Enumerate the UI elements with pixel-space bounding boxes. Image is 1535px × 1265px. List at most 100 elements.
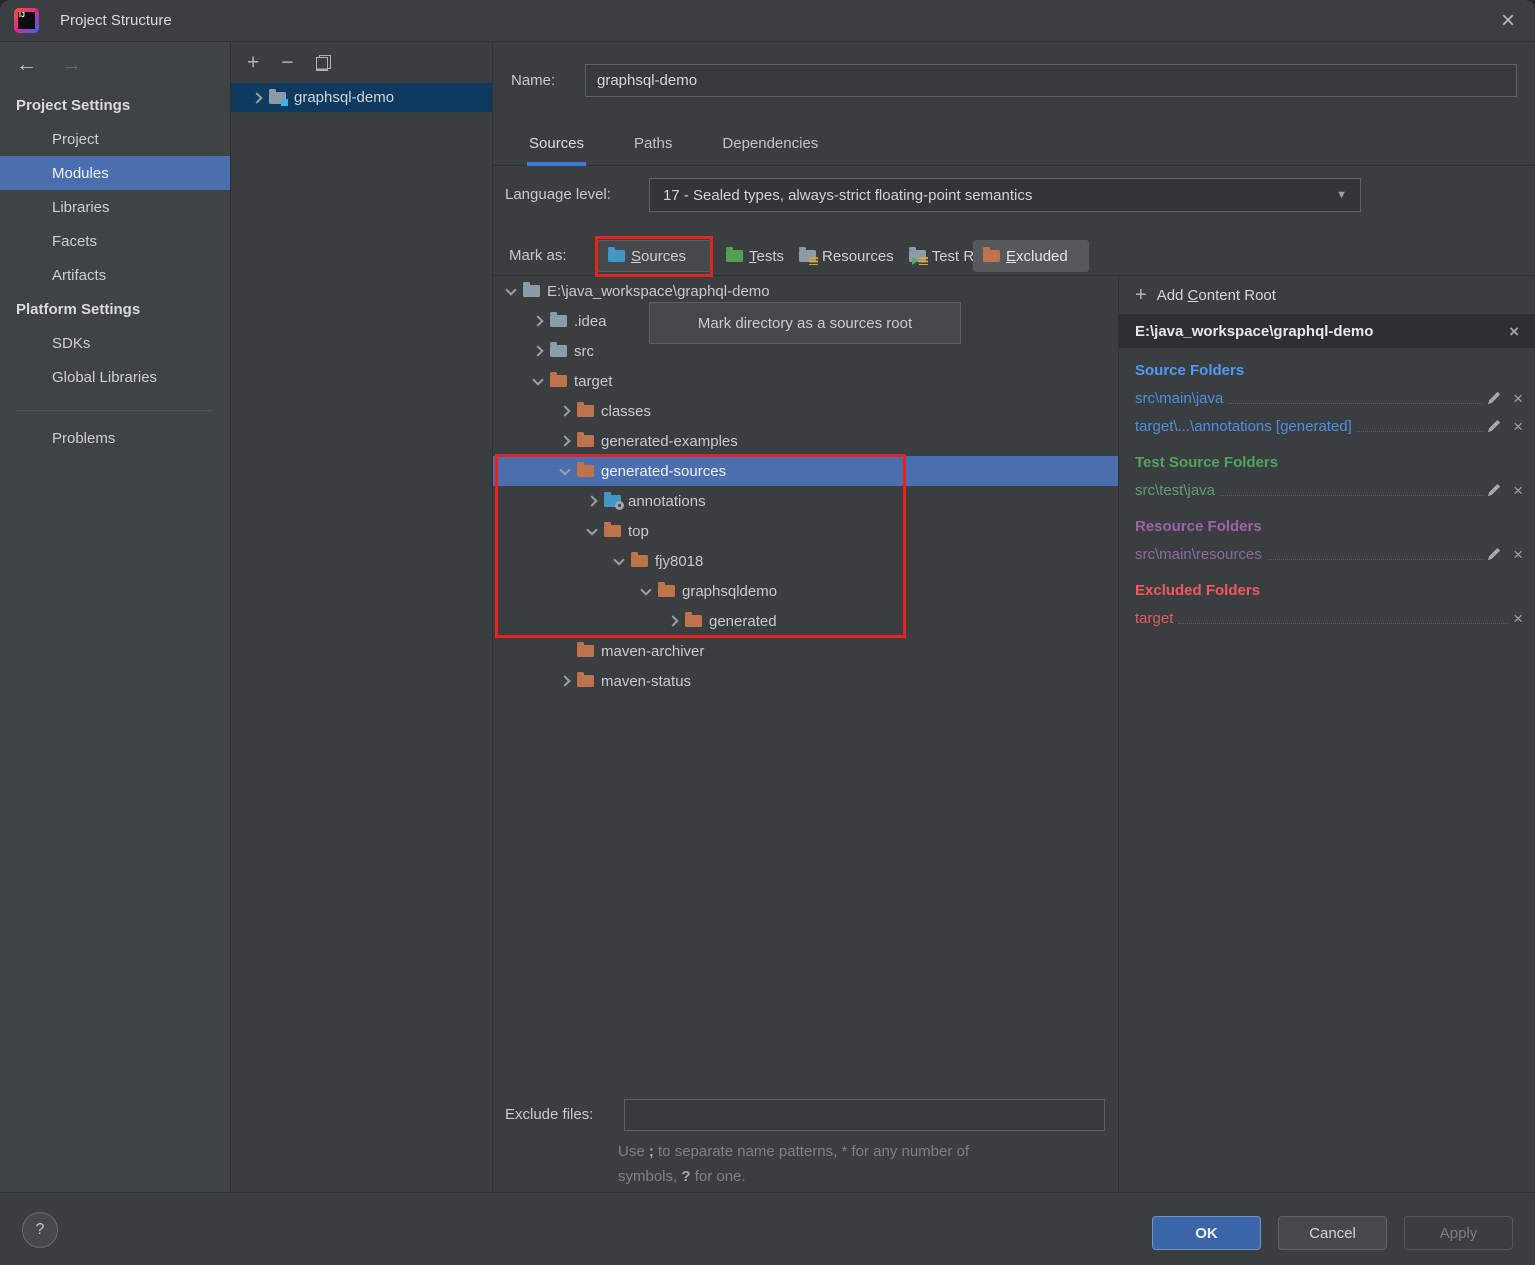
tree-row-label: top	[628, 523, 649, 540]
plus-icon: +	[1135, 286, 1147, 304]
tab-dependencies[interactable]: Dependencies	[720, 124, 820, 166]
exclude-files-help: Use ; to separate name patterns, * for a…	[618, 1139, 969, 1189]
add-icon[interactable]: +	[247, 53, 259, 73]
edit-pencil-icon[interactable]	[1487, 483, 1501, 497]
chevron-right-icon[interactable]	[526, 317, 550, 325]
content-root-tree: E:\java_workspace\graphql-demo .idea src…	[493, 276, 1118, 1192]
source-folders-section: Source Folders src\main\java × target\..…	[1119, 354, 1535, 440]
sidebar-item-artifacts[interactable]: Artifacts	[0, 258, 230, 292]
remove-folder-icon[interactable]: ×	[1513, 546, 1523, 563]
help-icon[interactable]: ?	[22, 1212, 58, 1248]
tab-paths[interactable]: Paths	[632, 124, 674, 166]
tree-row-label: src	[574, 343, 594, 360]
tree-row-annotations[interactable]: annotations	[493, 486, 1118, 516]
tree-row-classes[interactable]: classes	[493, 396, 1118, 426]
copy-icon[interactable]	[316, 55, 331, 71]
edit-pencil-icon[interactable]	[1487, 391, 1501, 405]
tree-row-fjy8018[interactable]: fjy8018	[493, 546, 1118, 576]
tree-row-graphsqldemo[interactable]: graphsqldemo	[493, 576, 1118, 606]
chevron-right-icon[interactable]	[580, 497, 604, 505]
chevron-down-icon[interactable]	[526, 379, 550, 384]
excluded-folder-icon	[550, 375, 567, 387]
project-settings-header: Project Settings	[0, 88, 230, 122]
edit-pencil-icon[interactable]	[1487, 419, 1501, 433]
project-structure-dialog: IJ Project Structure × ← → Project Setti…	[0, 0, 1535, 1265]
add-content-root-button[interactable]: + Add Content Root	[1119, 276, 1535, 314]
ok-button[interactable]: OK	[1152, 1216, 1261, 1250]
excluded-folder-icon	[658, 585, 675, 597]
sidebar-item-sdks[interactable]: SDKs	[0, 326, 230, 360]
chevron-down-icon[interactable]	[580, 529, 604, 534]
tree-row-label: annotations	[628, 493, 706, 510]
chevron-right-icon[interactable]	[661, 617, 685, 625]
modules-list-panel: + − graphsql-demo	[230, 42, 492, 1192]
source-folders-title: Source Folders	[1135, 354, 1535, 384]
chevron-down-icon[interactable]	[499, 289, 523, 294]
mark-tests-button[interactable]: Tests	[726, 248, 784, 265]
sidebar-item-libraries[interactable]: Libraries	[0, 190, 230, 224]
folder-item-target-annotations[interactable]: target\...\annotations [generated] ×	[1135, 412, 1535, 440]
sidebar-item-problems[interactable]: Problems	[0, 421, 230, 455]
language-level-value: 17 - Sealed types, always-strict floatin…	[663, 187, 1032, 204]
name-label: Name:	[511, 64, 555, 97]
excluded-folder-icon	[983, 250, 1000, 262]
back-arrow-icon[interactable]: ←	[16, 53, 37, 77]
content-root-header[interactable]: E:\java_workspace\graphql-demo ×	[1119, 314, 1535, 348]
chevron-placeholder	[553, 647, 577, 655]
module-row-graphsql-demo[interactable]: graphsql-demo	[231, 83, 492, 112]
mark-as-buttons: Sources Tests Resources Test Resources	[597, 240, 1035, 272]
chevron-right-icon[interactable]	[553, 437, 577, 445]
tree-row-generated-examples[interactable]: generated-examples	[493, 426, 1118, 456]
tree-row-generated[interactable]: generated	[493, 606, 1118, 636]
folder-item-target[interactable]: target ×	[1135, 604, 1535, 632]
remove-content-root-icon[interactable]: ×	[1509, 323, 1519, 340]
close-icon[interactable]: ×	[1501, 9, 1515, 33]
chevron-right-icon[interactable]	[526, 347, 550, 355]
mark-sources-button[interactable]: Sources	[597, 240, 711, 272]
remove-folder-icon[interactable]: ×	[1513, 610, 1523, 627]
excluded-folder-icon	[577, 675, 594, 687]
tree-row-generated-sources[interactable]: generated-sources	[493, 456, 1118, 486]
apply-button[interactable]: Apply	[1404, 1216, 1513, 1250]
exclude-files-input[interactable]	[624, 1099, 1105, 1131]
chevron-down-icon[interactable]	[553, 469, 577, 474]
folder-item-src-main-resources[interactable]: src\main\resources ×	[1135, 540, 1535, 568]
language-level-select[interactable]: 17 - Sealed types, always-strict floatin…	[649, 178, 1361, 212]
folder-icon	[550, 315, 567, 327]
tree-row-maven-archiver[interactable]: maven-archiver	[493, 636, 1118, 666]
tab-sources[interactable]: Sources	[527, 124, 586, 166]
excluded-folders-title: Excluded Folders	[1135, 574, 1535, 604]
tree-row-top[interactable]: top	[493, 516, 1118, 546]
module-name-input[interactable]	[585, 64, 1517, 97]
mark-resources-button[interactable]: Resources	[799, 248, 894, 265]
excluded-folder-icon	[631, 555, 648, 567]
sidebar-item-global-libraries[interactable]: Global Libraries	[0, 360, 230, 394]
tree-row-target[interactable]: target	[493, 366, 1118, 396]
module-label: graphsql-demo	[294, 89, 394, 106]
edit-pencil-icon[interactable]	[1487, 547, 1501, 561]
tree-row-maven-status[interactable]: maven-status	[493, 666, 1118, 696]
remove-folder-icon[interactable]: ×	[1513, 390, 1523, 407]
modules-toolbar: + −	[231, 42, 492, 83]
sidebar-item-facets[interactable]: Facets	[0, 224, 230, 258]
tree-row-label: maven-status	[601, 673, 691, 690]
chevron-right-icon[interactable]	[553, 407, 577, 415]
remove-folder-icon[interactable]: ×	[1513, 482, 1523, 499]
mark-excluded-button[interactable]: Excluded	[973, 240, 1089, 272]
tree-row-label: target	[574, 373, 612, 390]
folder-item-src-test-java[interactable]: src\test\java ×	[1135, 476, 1535, 504]
chevron-down-icon[interactable]	[634, 589, 658, 594]
sidebar-item-modules[interactable]: Modules	[0, 156, 230, 190]
remove-folder-icon[interactable]: ×	[1513, 418, 1523, 435]
remove-icon[interactable]: −	[281, 53, 293, 73]
chevron-right-icon[interactable]	[245, 94, 269, 102]
settings-sidebar: ← → Project Settings Project Modules Lib…	[0, 42, 230, 1192]
chevron-down-icon[interactable]	[607, 559, 631, 564]
chevron-right-icon[interactable]	[553, 677, 577, 685]
forward-arrow-icon: →	[61, 53, 82, 77]
cancel-button[interactable]: Cancel	[1278, 1216, 1387, 1250]
folder-item-src-main-java[interactable]: src\main\java ×	[1135, 384, 1535, 412]
sidebar-item-project[interactable]: Project	[0, 122, 230, 156]
editor-tabs: Sources Paths Dependencies	[493, 124, 1535, 166]
window-title: Project Structure	[60, 12, 172, 29]
